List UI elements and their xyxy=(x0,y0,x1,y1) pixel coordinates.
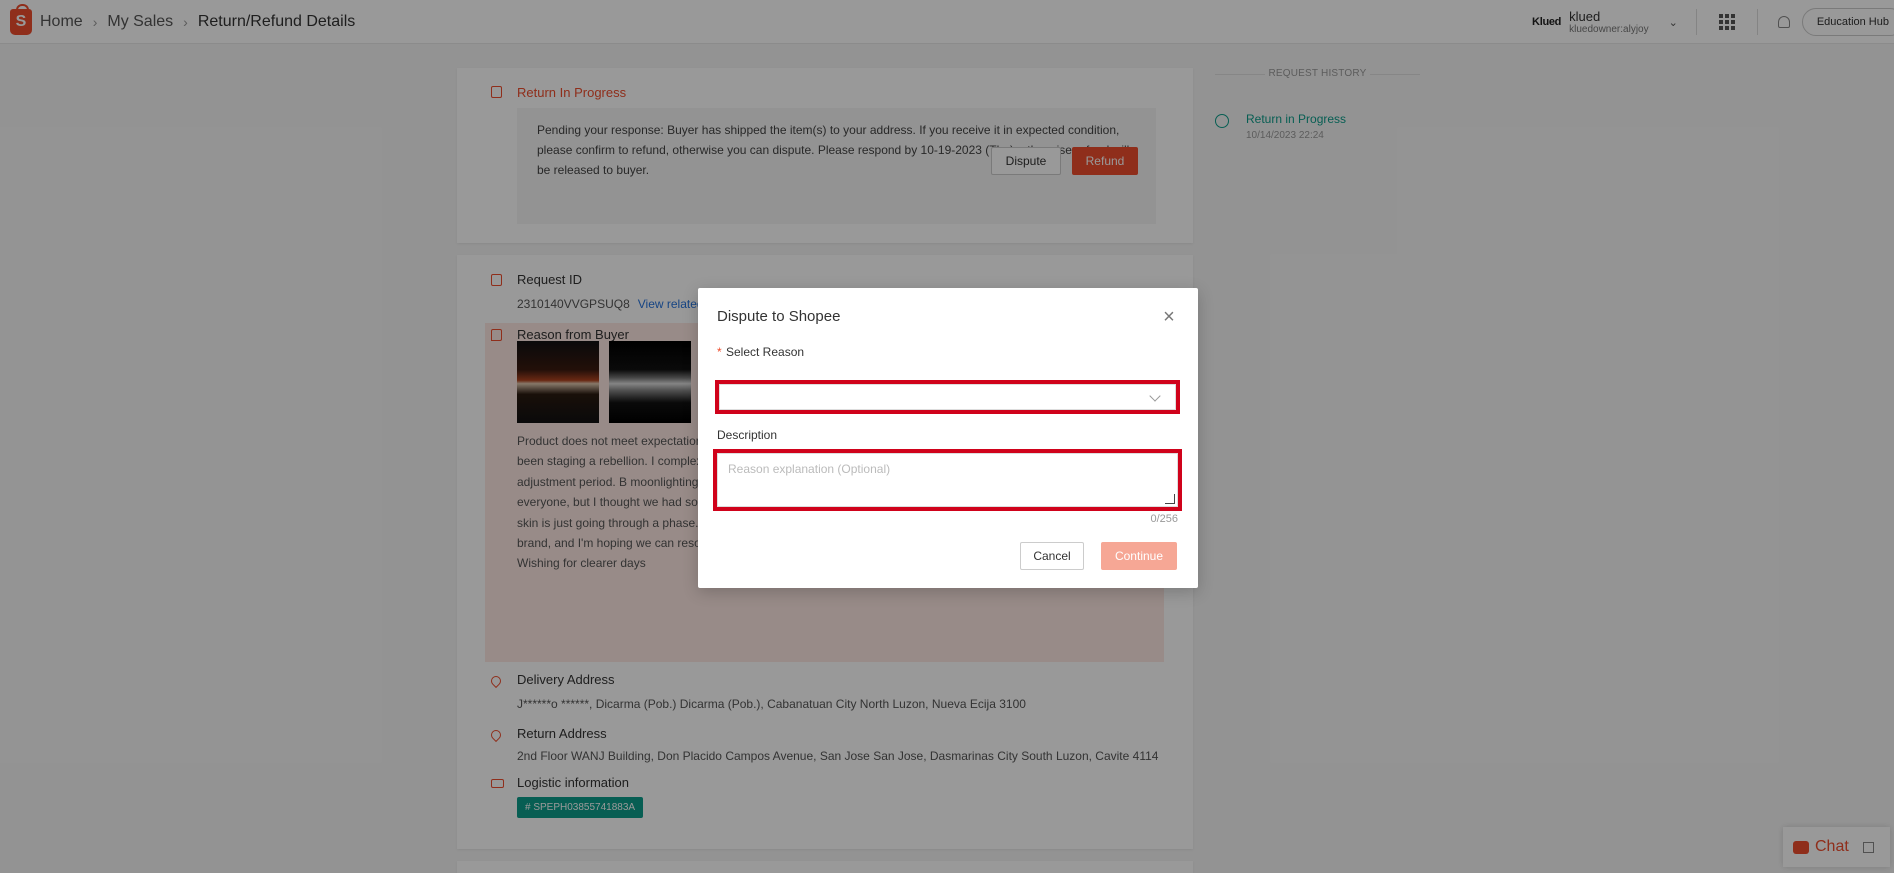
reason-select-field[interactable] xyxy=(719,384,1176,410)
select-reason-label: Select Reason xyxy=(726,345,805,359)
resize-handle-icon[interactable] xyxy=(1165,494,1175,504)
description-field-wrapper xyxy=(713,449,1182,511)
modal-title: Dispute to Shopee xyxy=(717,308,841,325)
continue-button[interactable]: Continue xyxy=(1101,542,1177,570)
reason-select[interactable] xyxy=(715,380,1180,414)
description-label: Description xyxy=(717,428,778,442)
close-icon[interactable]: × xyxy=(1161,307,1177,327)
character-counter: 0/256 xyxy=(1150,513,1178,525)
dispute-modal: Dispute to Shopee × * Select Reason Desc… xyxy=(698,288,1198,588)
required-mark: * xyxy=(717,345,722,359)
description-textarea[interactable] xyxy=(717,453,1178,507)
chevron-down-icon[interactable] xyxy=(1149,390,1161,402)
cancel-button[interactable]: Cancel xyxy=(1020,542,1084,570)
